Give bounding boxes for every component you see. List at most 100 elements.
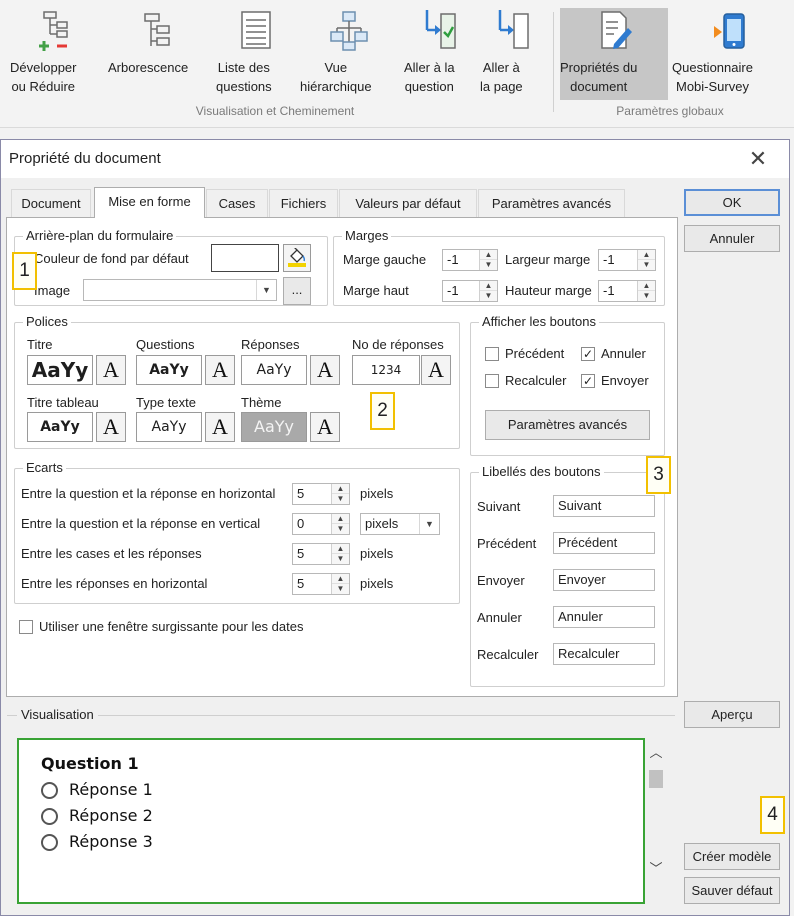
save-default-button[interactable]: Sauver défaut <box>684 877 780 904</box>
spacing-cases-stepper[interactable]: 5 ▲ ▼ <box>292 543 350 565</box>
tab-parametres-avances[interactable]: Paramètres avancés <box>478 189 625 217</box>
goto-page-button[interactable]: Aller à la page <box>480 8 544 94</box>
document-properties-dialog: Propriété du document ✕ Document Mise en… <box>0 139 790 916</box>
margin-height-value: -1 <box>603 283 615 298</box>
hierarchy-view-button[interactable]: Vue hiérarchique <box>300 8 398 94</box>
show-previous-checkbox[interactable] <box>485 347 499 361</box>
scrollbar-thumb[interactable] <box>649 770 663 788</box>
question-list-button[interactable]: Liste des questions <box>216 8 296 94</box>
goto-question-icon <box>419 8 459 52</box>
stepper-arrows: ▲ ▼ <box>331 574 349 594</box>
spacing-row-label: Entre la question et la réponse en verti… <box>21 516 261 531</box>
font-theme-button[interactable]: A <box>310 412 340 442</box>
spacing-h-answers-stepper[interactable]: 5 ▲ ▼ <box>292 573 350 595</box>
spacing-h-qa-stepper[interactable]: 5 ▲ ▼ <box>292 483 350 505</box>
font-table-title-button[interactable]: A <box>96 412 126 442</box>
mobi-survey-label: Questionnaire Mobi-Survey <box>672 60 753 94</box>
document-properties-icon <box>594 8 634 52</box>
font-answers-button[interactable]: A <box>310 355 340 385</box>
show-recalc-checkbox[interactable] <box>485 374 499 388</box>
chevron-up-icon[interactable]: ▲ <box>332 544 349 554</box>
preview-button[interactable]: Aperçu <box>684 701 780 728</box>
chevron-down-icon[interactable]: ▼ <box>638 260 655 270</box>
tab-document[interactable]: Document <box>11 189 91 217</box>
chevron-up-icon[interactable]: ▲ <box>638 250 655 260</box>
label-send-input[interactable]: Envoyer <box>553 569 655 591</box>
show-send-checkbox[interactable]: ✓ <box>581 374 595 388</box>
mobi-survey-button[interactable]: Questionnaire Mobi-Survey <box>672 8 788 94</box>
fonts-group-title: Polices <box>23 314 71 329</box>
spacing-value: 5 <box>297 546 305 561</box>
image-combo[interactable]: ▼ <box>83 279 277 301</box>
font-answers-sample: AaYy <box>241 355 307 385</box>
chevron-up-icon[interactable]: ▲ <box>638 281 655 291</box>
chevron-up-icon[interactable]: ▲ <box>332 574 349 584</box>
label-previous-caption: Précédent <box>477 536 537 551</box>
label-recalc-input[interactable]: Recalculer <box>553 643 655 665</box>
create-template-button[interactable]: Créer modèle <box>684 843 780 870</box>
spacing-unit: pixels <box>360 486 394 501</box>
mobile-survey-icon <box>710 8 750 52</box>
preview-answer: Réponse 3 <box>69 832 153 851</box>
advanced-settings-button[interactable]: Paramètres avancés <box>485 410 650 440</box>
chevron-down-icon[interactable]: ▼ <box>332 554 349 564</box>
chevron-up-icon[interactable]: ▲ <box>332 514 349 524</box>
margin-top-label: Marge haut <box>343 283 409 298</box>
tree-label: Arborescence <box>108 60 189 75</box>
label-cancel-input[interactable]: Annuler <box>553 606 655 628</box>
expand-collapse-button[interactable]: Développer ou Réduire <box>10 8 100 94</box>
chevron-down-icon[interactable]: ▼ <box>332 494 349 504</box>
chevron-down-icon[interactable]: ▼ <box>332 584 349 594</box>
tab-valeurs-par-defaut[interactable]: Valeurs par défaut <box>339 189 477 217</box>
font-text-type-button[interactable]: A <box>205 412 235 442</box>
chevron-down-icon[interactable]: ▼ <box>332 524 349 534</box>
chevron-down-icon[interactable]: ▼ <box>638 291 655 301</box>
button-labels-group: Libellés des boutons Suivant Suivant Pré… <box>470 464 665 687</box>
font-questions-sample: AaYy <box>136 355 202 385</box>
chevron-up-icon[interactable]: ▲ <box>480 281 497 291</box>
preview-question: Question 1 <box>41 754 139 773</box>
spacing-unit-select[interactable]: pixels ▼ <box>360 513 440 535</box>
spacing-value: 5 <box>297 576 305 591</box>
preview-scrollbar[interactable]: ︿ ﹀ <box>647 738 665 886</box>
popup-dates-checkbox[interactable] <box>19 620 33 634</box>
tab-cases[interactable]: Cases <box>206 189 268 217</box>
font-answer-number-button[interactable]: A <box>421 355 451 385</box>
font-title-button[interactable]: A <box>96 355 126 385</box>
label-next-input[interactable]: Suivant <box>553 495 655 517</box>
bg-color-swatch[interactable] <box>211 244 279 272</box>
chevron-up-icon[interactable]: ︿ <box>649 746 663 760</box>
chevron-down-icon[interactable]: ▼ <box>480 260 497 270</box>
font-text-type-sample: AaYy <box>136 412 202 442</box>
margin-left-stepper[interactable]: -1 ▲ ▼ <box>442 249 498 271</box>
close-icon[interactable]: ✕ <box>745 146 771 172</box>
chevron-down-icon[interactable]: ﹀ <box>649 862 663 876</box>
image-browse-button[interactable]: ... <box>283 277 311 305</box>
spacing-unit-value: pixels <box>365 516 399 531</box>
preview-radio <box>41 808 58 825</box>
chevron-up-icon[interactable]: ▲ <box>480 250 497 260</box>
margin-width-stepper[interactable]: -1 ▲ ▼ <box>598 249 656 271</box>
tree-button[interactable]: Arborescence <box>108 8 206 75</box>
bg-color-picker-button[interactable] <box>283 244 311 272</box>
goto-question-label: Aller à la question <box>404 60 455 94</box>
tab-fichiers[interactable]: Fichiers <box>269 189 338 217</box>
margin-height-stepper[interactable]: -1 ▲ ▼ <box>598 280 656 302</box>
tab-mise-en-forme[interactable]: Mise en forme <box>94 187 205 218</box>
ok-button[interactable]: OK <box>684 189 780 216</box>
cancel-button[interactable]: Annuler <box>684 225 780 252</box>
show-cancel-checkbox[interactable]: ✓ <box>581 347 595 361</box>
font-answer-number-label: No de réponses <box>352 337 444 352</box>
spacing-v-qa-stepper[interactable]: 0 ▲ ▼ <box>292 513 350 535</box>
margins-group-title: Marges <box>342 228 392 243</box>
font-questions-button[interactable]: A <box>205 355 235 385</box>
background-group-title: Arrière-plan du formulaire <box>23 228 177 243</box>
document-properties-button[interactable]: Propriétés du document <box>560 8 668 100</box>
chevron-up-icon[interactable]: ▲ <box>332 484 349 494</box>
margin-top-stepper[interactable]: -1 ▲ ▼ <box>442 280 498 302</box>
label-previous-input[interactable]: Précédent <box>553 532 655 554</box>
font-answer-number-sample: 1234 <box>352 355 420 385</box>
chevron-down-icon[interactable]: ▼ <box>480 291 497 301</box>
margin-left-value: -1 <box>447 252 459 267</box>
goto-question-button[interactable]: Aller à la question <box>404 8 474 94</box>
